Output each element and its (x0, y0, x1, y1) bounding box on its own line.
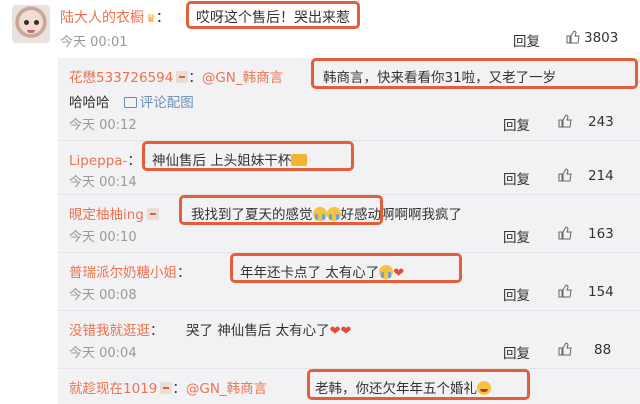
heart-icon: ❤ (329, 324, 341, 339)
reply-text-line2: 哈哈哈 (69, 95, 110, 111)
reply-author-line: 就趁现在1019 ：@GN_韩商言 (69, 377, 267, 397)
top-comment-time: 今天 00:01 (60, 35, 128, 50)
highlight-box (186, 1, 360, 29)
list-item: 晛定柚柚ing 我找到了夏天的感觉 好感动啊啊啊我疯了 今天 00:10 回复 1… (58, 195, 640, 246)
colon: ： (127, 153, 141, 169)
thumbs-up-icon (558, 168, 572, 182)
image-link-label: 评论配图 (139, 95, 194, 111)
colon: ： (177, 265, 191, 281)
like-button[interactable]: 154 (558, 284, 614, 300)
reply-author[interactable]: 没错我就逛逛 (69, 323, 150, 339)
list-item: 没错我就逛逛： 哭了 神仙售后 太有心了❤❤ 今天 00:04 回复 88 (58, 312, 640, 362)
reply-author-line: 晛定柚柚ing (69, 203, 159, 223)
like-count: 163 (588, 226, 614, 242)
avatar-mouth (27, 30, 35, 33)
like-button[interactable]: 3803 (566, 30, 618, 46)
reply-text-continued: 哈哈哈 评论配图 (69, 91, 194, 111)
crown-icon: ♛ (146, 12, 156, 25)
highlight-box (179, 195, 383, 225)
reply-author[interactable]: 普瑞派尔奶糖小姐 (69, 265, 177, 281)
colon: ： (155, 10, 170, 26)
thumbs-up-icon (558, 284, 572, 298)
avatar[interactable] (12, 5, 50, 43)
image-link[interactable]: 评论配图 (123, 95, 194, 111)
like-button[interactable]: 214 (558, 168, 614, 184)
badge-icon (160, 382, 173, 394)
thumbs-up-icon (558, 342, 572, 356)
highlight-box (311, 58, 638, 89)
reply-button[interactable]: 回复 (503, 114, 530, 134)
reply-time: 今天 00:14 (69, 175, 137, 190)
thumbs-up-icon (558, 226, 572, 240)
like-button[interactable]: 243 (558, 114, 614, 130)
reply-time: 今天 00:04 (69, 346, 137, 361)
top-comment: 陆大人的衣橱 ♛： 哎呀这个售后！哭出来惹 今天 00:01 回复 3803 (0, 0, 640, 54)
thumbs-up-icon (558, 114, 572, 128)
divider (58, 310, 640, 311)
list-item: 普瑞派尔奶糖小姐： 年年还卡点了 太有心了 ❤ 今天 00:08 回复 154 (58, 253, 640, 304)
reply-button[interactable]: 回复 (513, 30, 540, 50)
avatar-eye (24, 20, 29, 25)
highlight-box (307, 369, 530, 400)
reply-button[interactable]: 回复 (503, 168, 530, 188)
badge-icon (146, 208, 159, 220)
like-count: 243 (588, 114, 614, 130)
highlight-box (142, 141, 354, 171)
highlight-box (230, 253, 462, 283)
list-item: 就趁现在1019 ：@GN_韩商言 老韩，你还欠年年五个婚礼 (58, 369, 640, 404)
reply-author-line: 花懋533726594 ：@GN_韩商言 (69, 66, 283, 86)
colon: ： (188, 70, 202, 86)
mention-link[interactable]: @GN_韩商言 (186, 381, 267, 397)
top-comment-author[interactable]: 陆大人的衣橱 (60, 10, 144, 26)
reply-time: 今天 00:08 (69, 288, 137, 303)
like-button[interactable]: 163 (558, 226, 614, 242)
list-item: Lipeppa-： 神仙售后 上头姐妹干杯 今天 00:14 回复 214 (58, 141, 640, 190)
reply-author-line: 普瑞派尔奶糖小姐： (69, 261, 191, 281)
reply-author-line: 没错我就逛逛： (69, 319, 164, 339)
reply-time: 今天 00:12 (69, 118, 137, 133)
thumbs-up-icon (566, 30, 580, 44)
reply-author[interactable]: 晛定柚柚ing (69, 207, 144, 223)
colon: ： (150, 323, 164, 339)
heart-icon: ❤ (340, 324, 352, 339)
like-count: 154 (588, 284, 614, 300)
reply-author[interactable]: 就趁现在1019 (69, 381, 157, 397)
reply-list: 花懋533726594 ：@GN_韩商言 韩商言，快来看看你31啦，又老了一岁 哈… (58, 58, 640, 404)
reply-button[interactable]: 回复 (503, 284, 530, 304)
list-item: 花懋533726594 ：@GN_韩商言 韩商言，快来看看你31啦，又老了一岁 哈… (58, 58, 640, 140)
reply-text-wrap: 哭了 神仙售后 太有心了❤❤ (186, 319, 351, 339)
avatar-eye (34, 20, 39, 25)
reply-button[interactable]: 回复 (503, 342, 530, 362)
reply-button[interactable]: 回复 (503, 226, 530, 246)
like-button[interactable]: 88 (558, 342, 611, 358)
reply-author[interactable]: Lipeppa- (69, 153, 127, 169)
reply-text: 哭了 神仙售后 太有心了 (186, 323, 330, 339)
like-count: 3803 (584, 30, 619, 46)
reply-time: 今天 00:10 (69, 230, 137, 245)
colon: ： (172, 381, 186, 397)
reply-author-line: Lipeppa-： (69, 149, 141, 169)
reply-author[interactable]: 花懋533726594 (69, 70, 173, 86)
like-count: 214 (588, 168, 614, 184)
like-count: 88 (594, 342, 612, 358)
image-icon (123, 97, 137, 108)
top-author-line: 陆大人的衣橱 ♛： (60, 7, 170, 27)
badge-icon (176, 71, 189, 83)
mention-link[interactable]: @GN_韩商言 (202, 70, 283, 86)
